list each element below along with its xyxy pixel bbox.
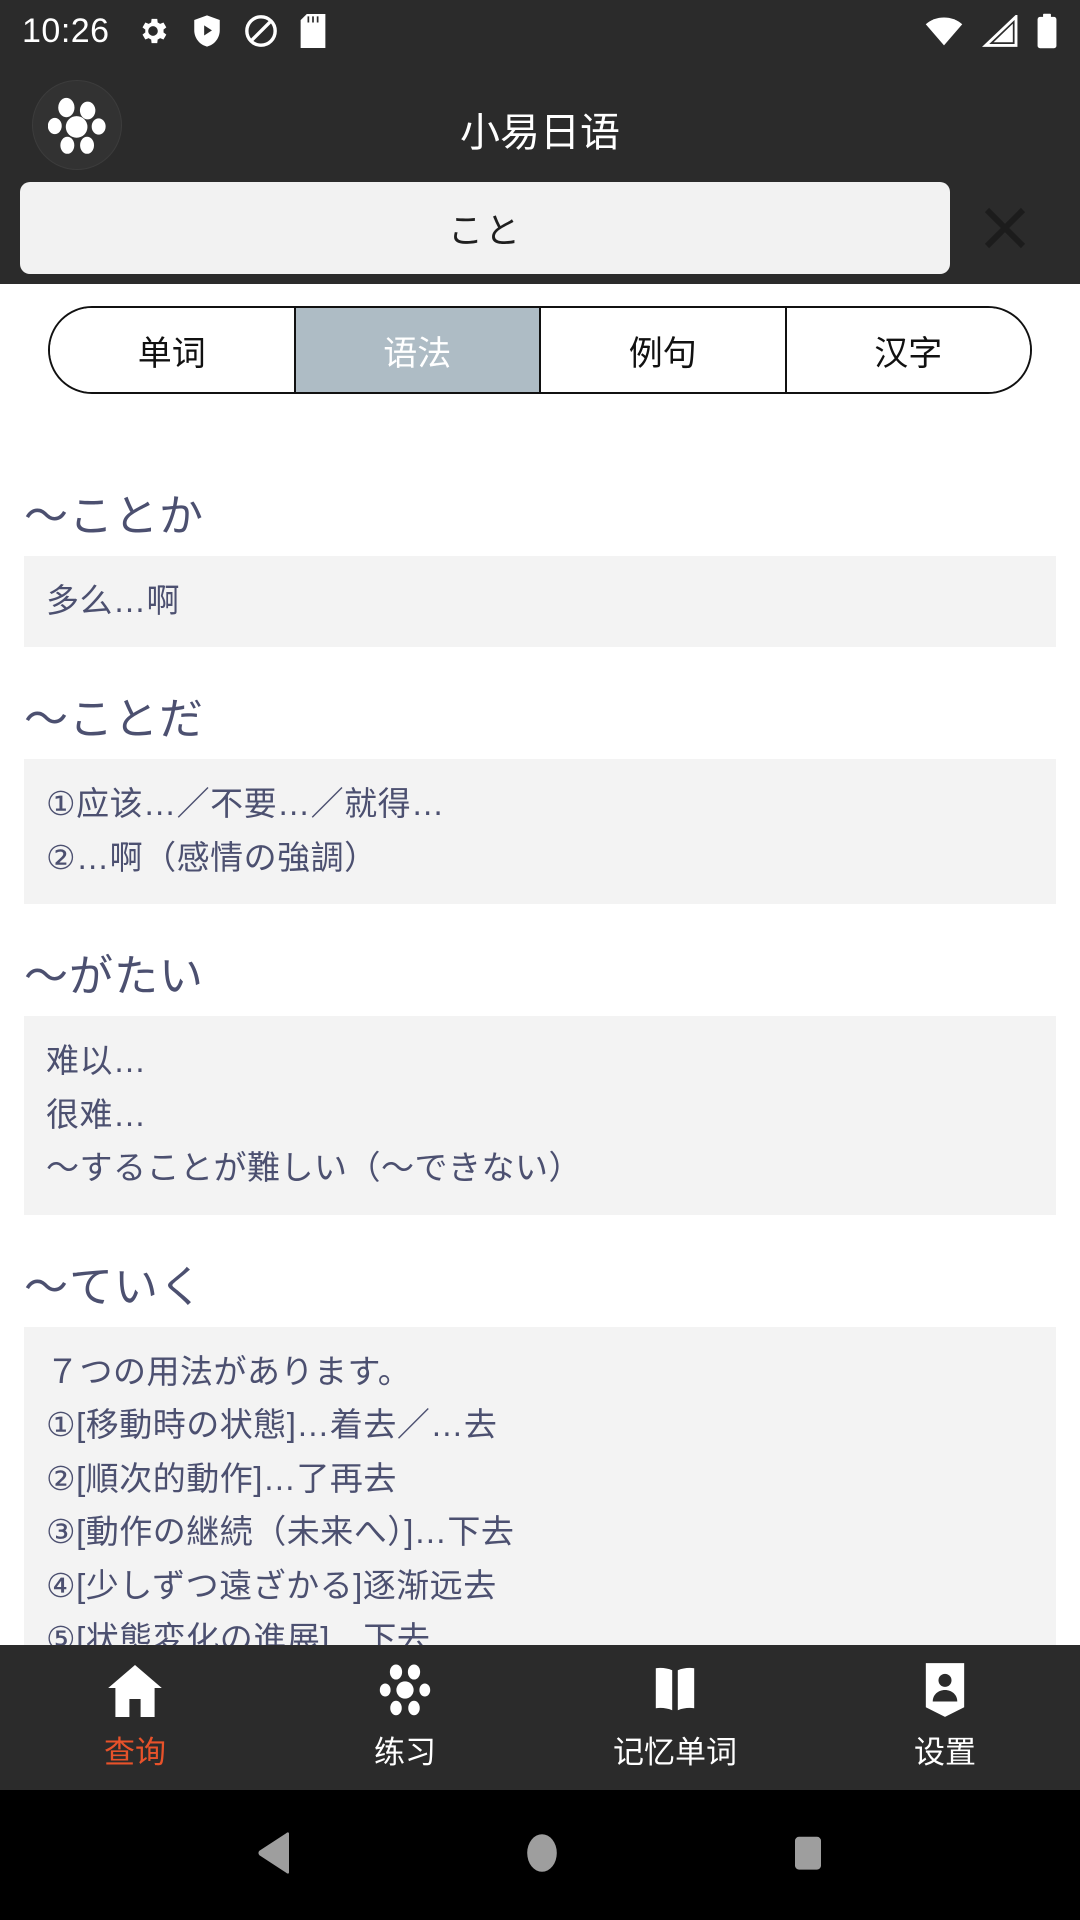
android-navigation-bar	[0, 1790, 1080, 1920]
definition-line: ②…啊（感情の強調）	[46, 838, 378, 876]
nav-item-label: 查询	[104, 1735, 166, 1770]
no-entry-icon	[244, 14, 278, 48]
entry-definitions: ７つの用法があります。 ①[移動時の状態]…着去／…去 ②[順次的動作]…了再去…	[24, 1326, 1056, 1645]
nav-item-settings[interactable]: 设置	[810, 1663, 1080, 1772]
tab-kanji[interactable]: 汉字	[786, 308, 1030, 392]
tab-grammar[interactable]: 语法	[295, 308, 541, 392]
definition-line: 〜することが難しい（〜できない）	[46, 1149, 582, 1187]
nav-item-label: 设置	[914, 1735, 976, 1770]
play-shield-icon	[192, 14, 222, 48]
tab-group: 单词 语法 例句 汉字	[48, 306, 1032, 394]
status-bar: 10:26	[0, 0, 1080, 62]
person-card-icon	[922, 1663, 968, 1717]
list-item[interactable]: 〜ことか 多么…啊	[24, 470, 1056, 648]
definition-line: 多么…啊	[46, 582, 180, 619]
battery-icon	[1036, 13, 1058, 49]
home-circle-icon[interactable]	[525, 1832, 559, 1879]
list-item[interactable]: 〜がたい 难以… 很难… 〜することが難しい（〜できない）	[24, 930, 1056, 1215]
status-bar-clock: 10:26	[22, 11, 110, 50]
dot-cluster-icon	[379, 1663, 431, 1717]
nav-item-memorize[interactable]: 记忆单词	[540, 1663, 810, 1772]
entry-definitions: ①应该…／不要…／就得… ②…啊（感情の強調）	[24, 759, 1056, 905]
list-item[interactable]: 〜ていく ７つの用法があります。 ①[移動時の状態]…着去／…去 ②[順次的動作…	[24, 1241, 1056, 1645]
entry-title: 〜がたい	[24, 952, 204, 1002]
search-input[interactable]: こと	[20, 182, 950, 274]
nav-item-label: 记忆单词	[613, 1735, 737, 1770]
tab-words[interactable]: 单词	[50, 308, 296, 392]
tab-examples[interactable]: 例句	[541, 308, 787, 392]
sd-card-icon	[300, 14, 326, 48]
definition-line: 很难…	[46, 1095, 147, 1133]
close-icon[interactable]	[950, 182, 1060, 274]
phone-screen: 10:26 小易日语 こと 单词 语法 例句 汉字 〜ことか 多么…啊 〜ことだ…	[0, 0, 1080, 1920]
definition-line: ②[順次的動作]…了再去	[46, 1459, 397, 1497]
search-row: こと	[0, 182, 1080, 274]
status-bar-system-icons	[924, 13, 1058, 49]
bottom-navigation-bar: 查询 练习 记忆单词 设置	[0, 1645, 1080, 1790]
definition-line: 难以…	[46, 1042, 147, 1080]
entry-definitions: 多么…啊	[24, 556, 1056, 648]
nav-item-label: 练习	[374, 1735, 436, 1770]
home-icon	[107, 1663, 163, 1717]
cellular-signal-icon	[982, 15, 1018, 47]
grammar-results-list[interactable]: 〜ことか 多么…啊 〜ことだ ①应该…／不要…／就得… ②…啊（感情の強調） 〜…	[0, 470, 1080, 1645]
nav-item-practice[interactable]: 练习	[270, 1663, 540, 1772]
gear-icon	[136, 14, 170, 48]
nav-item-query[interactable]: 查询	[0, 1663, 270, 1772]
list-item[interactable]: 〜ことだ ①应该…／不要…／就得… ②…啊（感情の強調）	[24, 673, 1056, 905]
definition-line: ①应该…／不要…／就得…	[46, 785, 445, 823]
wifi-icon	[924, 15, 964, 47]
entry-definitions: 难以… 很难… 〜することが難しい（〜できない）	[24, 1016, 1056, 1215]
book-icon	[649, 1663, 701, 1717]
recents-square-icon[interactable]	[793, 1832, 823, 1879]
page-title: 小易日语	[460, 111, 620, 155]
status-bar-notification-icons	[136, 14, 326, 48]
definition-line: ③[動作の継続（未来へ）]…下去	[46, 1513, 515, 1551]
definition-line: ⑤[状態変化の進展]…下去	[46, 1619, 431, 1645]
definition-line: ④[少しずつ遠ざかる]逐渐远去	[46, 1566, 497, 1604]
entry-title: 〜ことだ	[24, 695, 204, 745]
definition-line: ７つの用法があります。	[46, 1352, 412, 1390]
category-tabs: 单词 语法 例句 汉字	[0, 284, 1080, 412]
entry-title: 〜ていく	[24, 1262, 204, 1312]
app-bar: 小易日语 こと	[0, 62, 1080, 284]
back-triangle-icon[interactable]	[257, 1831, 291, 1879]
definition-line: ①[移動時の状態]…着去／…去	[46, 1406, 498, 1444]
entry-title: 〜ことか	[24, 492, 204, 541]
